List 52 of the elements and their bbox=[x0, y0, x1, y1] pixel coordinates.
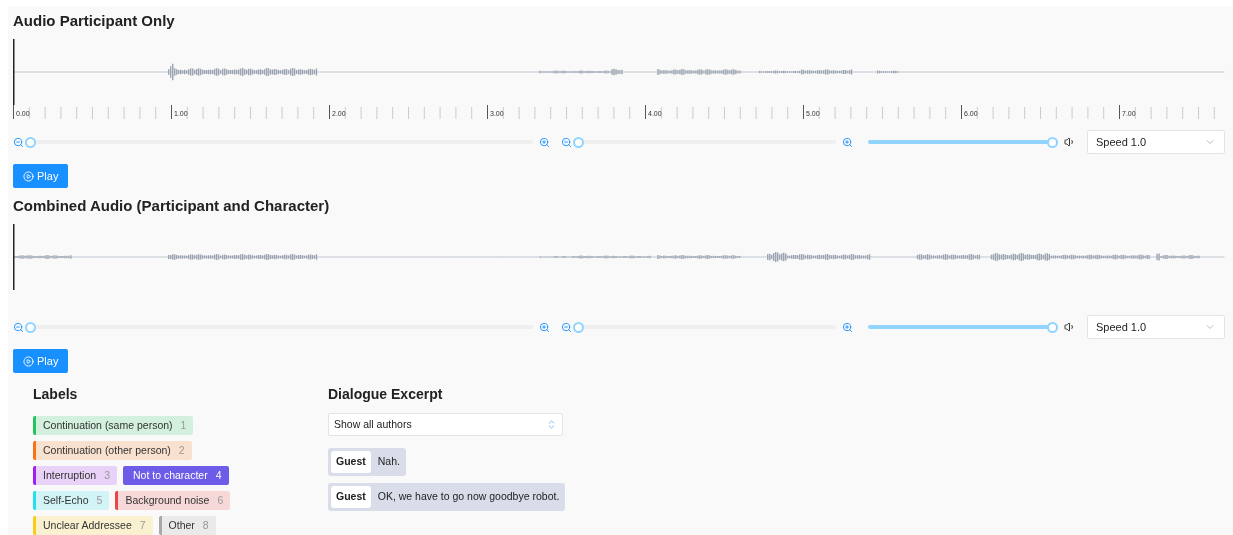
zoom-in-icon[interactable] bbox=[842, 321, 853, 333]
label-chip[interactable]: Background noise 6 bbox=[115, 491, 231, 510]
zoom-slider[interactable] bbox=[25, 321, 533, 333]
zoom-in-icon[interactable] bbox=[539, 136, 550, 148]
zoom-in-icon[interactable] bbox=[842, 136, 853, 148]
slider-thumb[interactable] bbox=[1047, 136, 1058, 148]
slider-thumb[interactable] bbox=[25, 321, 36, 333]
message-text: Nah. bbox=[377, 454, 400, 469]
play-icon bbox=[23, 170, 34, 182]
speed-select[interactable]: Speed 1.0 bbox=[1087, 315, 1225, 339]
volume-slider[interactable] bbox=[868, 136, 1058, 148]
label-chip[interactable]: Continuation (other person) 2 bbox=[33, 441, 192, 460]
shortcut-key: 5 bbox=[96, 492, 103, 509]
slider-thumb[interactable] bbox=[573, 321, 584, 333]
zoom-out-icon[interactable] bbox=[13, 136, 24, 148]
speed-select[interactable]: Speed 1.0 bbox=[1087, 130, 1225, 154]
author-badge: Guest bbox=[331, 485, 371, 508]
author-badge: Guest bbox=[331, 451, 371, 473]
label-chip[interactable]: Unclear Addressee 7 bbox=[33, 516, 153, 535]
shortcut-key: 7 bbox=[139, 517, 146, 534]
zoom-slider[interactable] bbox=[573, 136, 836, 148]
slider-thumb[interactable] bbox=[573, 136, 584, 148]
label-chip[interactable]: Self-Echo 5 bbox=[33, 491, 110, 510]
shortcut-key: 4 bbox=[215, 467, 222, 484]
play-icon bbox=[23, 355, 34, 367]
chevron-up-down-icon bbox=[546, 419, 557, 430]
slider-thumb[interactable] bbox=[1047, 321, 1058, 333]
zoom-slider[interactable] bbox=[25, 136, 533, 148]
label-chip[interactable]: Continuation (same person) 1 bbox=[33, 416, 194, 435]
section-title: Combined Audio (Participant and Character) bbox=[13, 196, 331, 216]
zoom-out-icon[interactable] bbox=[561, 136, 572, 148]
shortcut-key: 1 bbox=[180, 417, 187, 434]
zoom-out-icon[interactable] bbox=[561, 321, 572, 333]
slider-thumb[interactable] bbox=[25, 136, 36, 148]
volume-slider[interactable] bbox=[868, 321, 1058, 333]
zoom-in-icon[interactable] bbox=[539, 321, 550, 333]
author-select[interactable]: Show all authors bbox=[328, 413, 563, 436]
zoom-out-icon[interactable] bbox=[13, 321, 24, 333]
zoom-slider[interactable] bbox=[573, 321, 836, 333]
shortcut-key: 2 bbox=[178, 442, 185, 459]
shortcut-key: 6 bbox=[217, 492, 224, 509]
message-text: OK, we have to go now goodbye robot. bbox=[377, 488, 560, 504]
dialogue-heading: Dialogue Excerpt bbox=[328, 385, 444, 404]
section-title: Audio Participant Only bbox=[13, 11, 176, 31]
speaker-icon[interactable] bbox=[1064, 136, 1076, 148]
shortcut-key: 8 bbox=[202, 517, 209, 534]
labels-heading: Labels bbox=[33, 385, 79, 404]
speaker-icon[interactable] bbox=[1064, 321, 1076, 333]
label-chip[interactable]: Interruption 3 bbox=[33, 466, 117, 485]
shortcut-key: 3 bbox=[104, 467, 110, 484]
label-chip[interactable]: Other 8 bbox=[158, 516, 216, 535]
label-chip[interactable]: Not to character 4 bbox=[122, 466, 229, 485]
